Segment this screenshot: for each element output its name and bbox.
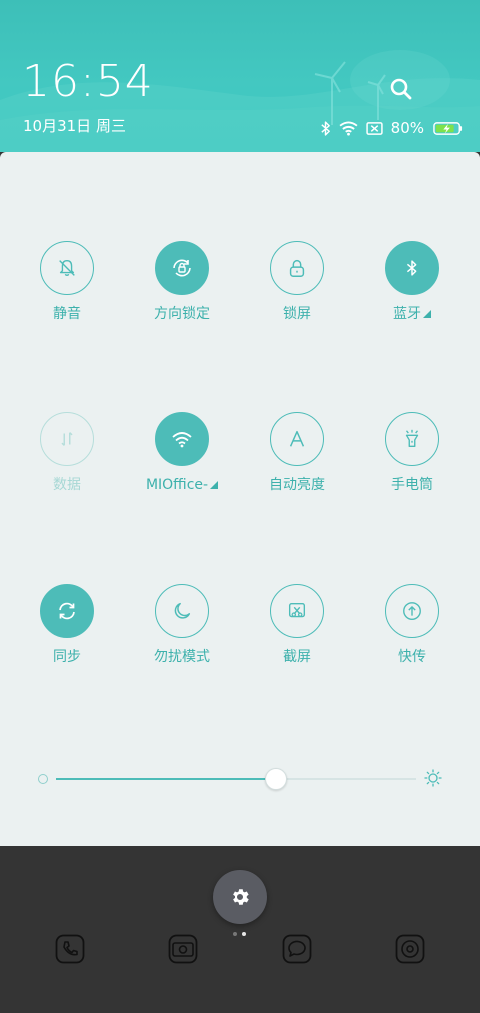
toggle-label: 截屏 [283,649,311,665]
wifi-icon [172,432,192,448]
toggle-lock-screen-button[interactable] [270,241,324,295]
toggle-wifi[interactable]: MIOffice- [127,412,237,494]
expand-triangle-icon [210,481,219,489]
toggle-label: 勿扰模式 [154,649,210,665]
toggle-label: MIOffice- [145,477,209,493]
toggle-label: 快传 [398,649,426,665]
notification-header: 16:54 10月31日 周三 80% [0,0,480,152]
toggle-sync[interactable]: 同步 [12,584,122,666]
camera-icon[interactable] [168,934,198,964]
mobile-data-icon [61,432,73,446]
status-bar: 80% [320,118,464,138]
bluetooth-icon [321,120,330,136]
date-text[interactable]: 10月31日 周三 [23,119,126,134]
toggle-mobile-data[interactable]: 数据 [12,412,122,494]
toggle-label: 数据 [53,477,81,493]
toggle-rotation-lock-button[interactable] [155,241,209,295]
brightness-high-icon [424,769,442,787]
toggle-mobile-data-button[interactable] [40,412,94,466]
flashlight-icon [405,429,419,448]
toggle-label: 蓝牙 [393,306,421,322]
toggle-bluetooth-button[interactable] [385,241,439,295]
brightness-slider-thumb[interactable] [264,768,287,790]
toggle-screenshot[interactable]: 截屏 [242,584,352,666]
toggle-screenshot-button[interactable] [270,584,324,638]
toggle-quick-share-button[interactable] [385,584,439,638]
brightness-slider-fill [56,778,276,780]
battery-charging-icon [433,121,463,135]
search-icon[interactable] [388,76,414,102]
toggle-flashlight-button[interactable] [385,412,439,466]
gear-icon [233,889,249,905]
toggle-label-wrap: 蓝牙 [357,305,467,323]
toggle-label: 静音 [53,306,81,322]
toggle-rotation-lock[interactable]: 方向锁定 [127,241,237,323]
no-sim-icon [365,121,383,135]
battery-percent: 80% [390,119,424,137]
toggle-label: 方向锁定 [154,306,210,322]
toggle-do-not-disturb-button[interactable] [155,584,209,638]
screenshot-icon [288,602,306,618]
toggle-flashlight[interactable]: 手电筒 [357,412,467,494]
brightness-slider[interactable] [56,768,416,790]
page-dot [233,932,237,936]
page-indicator [233,932,246,936]
quick-settings-panel: 静音 方向锁定 锁屏 蓝牙 数据 MIOffice- 自动亮度 手电筒 同步 勿… [0,152,480,846]
bell-off-icon [59,259,75,277]
bluetooth-icon [406,260,417,276]
toggle-label: 同步 [53,649,81,665]
toggle-bluetooth[interactable]: 蓝牙 [357,241,467,323]
toggle-label-wrap: MIOffice- [127,476,237,494]
toggle-auto-brightness[interactable]: 自动亮度 [242,412,352,494]
toggle-lock-screen[interactable]: 锁屏 [242,241,352,323]
toggle-label: 手电筒 [391,477,433,493]
toggle-label: 自动亮度 [269,477,325,493]
messages-icon[interactable] [282,934,312,964]
toggle-do-not-disturb[interactable]: 勿扰模式 [127,584,237,666]
toggle-wifi-button[interactable] [155,412,209,466]
settings-button[interactable] [213,870,267,924]
toggle-silent[interactable]: 静音 [12,241,122,323]
toggle-sync-button[interactable] [40,584,94,638]
clock-time[interactable]: 16:54 [22,60,154,104]
toggle-auto-brightness-button[interactable] [270,412,324,466]
page-dot-active [242,932,246,936]
lock-icon [289,259,305,277]
phone-icon[interactable] [55,934,85,964]
toggle-silent-button[interactable] [40,241,94,295]
expand-triangle-icon [423,310,431,318]
moon-icon [174,602,191,619]
browser-icon[interactable] [395,934,425,964]
toggle-quick-share[interactable]: 快传 [357,584,467,666]
sync-icon [59,602,75,620]
rotation-lock-icon [173,259,191,277]
toggle-label: 锁屏 [283,306,311,322]
wifi-icon [339,120,358,136]
quick-share-icon [403,602,421,620]
auto-brightness-icon [289,430,305,447]
brightness-low-icon [38,774,48,784]
